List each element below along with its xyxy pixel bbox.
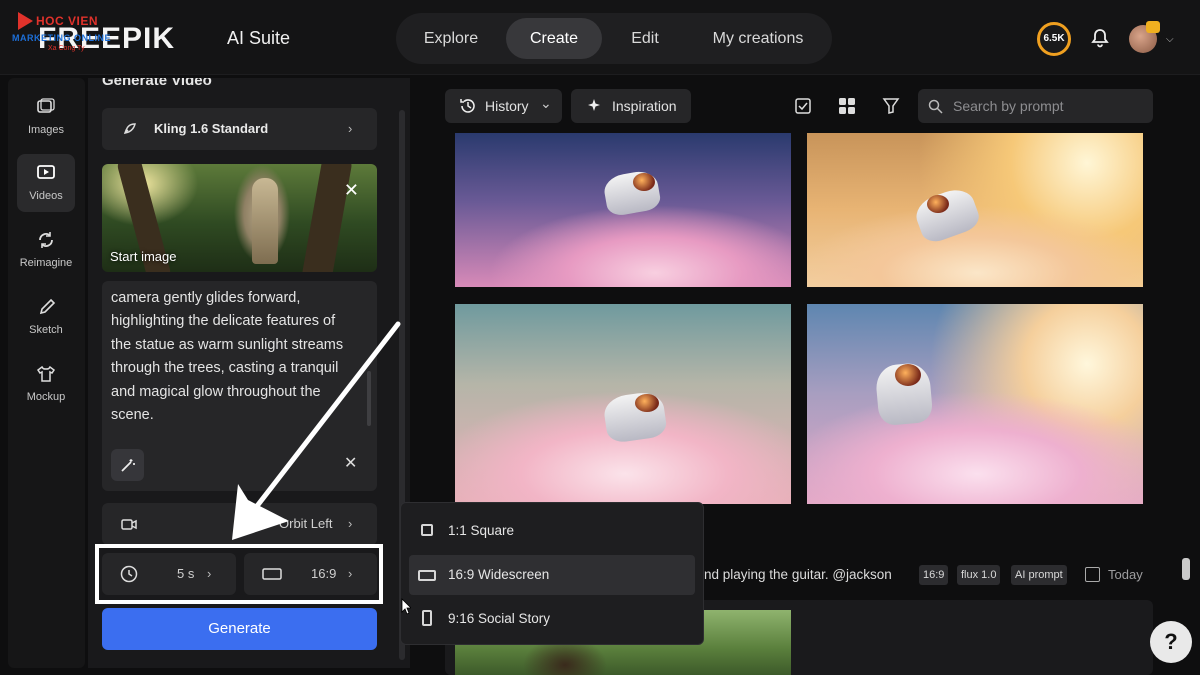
premium-crown-icon: [1146, 21, 1160, 33]
inspiration-button[interactable]: Inspiration: [571, 89, 691, 123]
enhance-prompt-button[interactable]: [111, 449, 144, 481]
creation-prompt-snippet[interactable]: nd playing the guitar. @jackson: [704, 567, 892, 582]
panel-title: Generate Video: [102, 78, 212, 89]
main-nav: Explore Create Edit My creations: [396, 13, 832, 64]
model-label: Kling 1.6 Standard: [154, 121, 269, 136]
mockup-icon: [36, 365, 56, 382]
aspect-ratio-menu: 1:1 Square 16:9 Widescreen 9:16 Social S…: [400, 502, 704, 645]
chevron-right-icon: ›: [348, 516, 353, 531]
search-placeholder: Search by prompt: [953, 98, 1064, 114]
watermark-logo: HOC VIEN MARKETING ONLINE Xa Cong Ty: [8, 8, 128, 58]
camera-movement-selector[interactable]: Orbit Left ›: [102, 503, 377, 545]
tag-aspect: 16:9: [919, 565, 949, 585]
rail-label-reimagine: Reimagine: [19, 257, 73, 269]
creation-thumbnail[interactable]: [455, 133, 791, 287]
grid-view-icon[interactable]: [838, 97, 856, 115]
reimagine-icon: [39, 232, 53, 248]
astronaut-figure: [602, 390, 668, 444]
start-image-label: Start image: [110, 249, 177, 264]
prompt-text[interactable]: camera gently glides forward, highlighti…: [111, 287, 356, 427]
today-checkbox[interactable]: [1085, 567, 1100, 582]
widescreen-ratio-icon: [418, 570, 436, 581]
watermark-line3: Xa Cong Ty: [48, 45, 85, 52]
camera-icon: [121, 519, 137, 530]
nav-explore[interactable]: Explore: [404, 18, 498, 59]
clear-prompt-icon[interactable]: ✕: [344, 453, 357, 473]
suite-label: AI Suite: [227, 28, 291, 48]
aspect-option-widescreen[interactable]: 16:9 Widescreen: [409, 555, 695, 595]
aspect-option-label: 1:1 Square: [448, 523, 515, 538]
chevron-down-icon[interactable]: ⌵: [1166, 34, 1174, 45]
select-checkbox-icon[interactable]: [794, 97, 812, 115]
generate-button[interactable]: Generate: [102, 608, 377, 650]
aspect-option-label: 9:16 Social Story: [448, 611, 551, 626]
mouse-cursor-icon: [401, 598, 411, 615]
rail-item-sketch[interactable]: Sketch: [17, 288, 75, 346]
watermark-play-icon: [18, 12, 33, 30]
prompt-field[interactable]: camera gently glides forward, highlighti…: [102, 281, 377, 491]
chevron-right-icon: ›: [348, 121, 353, 136]
close-icon[interactable]: ✕: [344, 180, 359, 201]
bell-icon[interactable]: [1090, 28, 1110, 48]
watermark-line1: HOC VIEN: [36, 14, 99, 28]
tag-ai-prompt: AI prompt: [1011, 565, 1067, 585]
history-button[interactable]: History ⌄: [445, 89, 562, 123]
aspect-option-label: 16:9 Widescreen: [448, 567, 550, 582]
tag-model: flux 1.0: [957, 565, 1001, 585]
astronaut-visor: [927, 195, 949, 213]
sparkle-icon: [588, 99, 600, 111]
story-ratio-icon: [422, 610, 432, 626]
start-image-preview[interactable]: ✕ Start image: [102, 164, 377, 272]
rail-label-sketch: Sketch: [29, 324, 63, 336]
astronaut-visor: [633, 173, 655, 191]
nav-create[interactable]: Create: [506, 18, 602, 59]
videos-icon: [37, 165, 55, 179]
aspect-option-square[interactable]: 1:1 Square: [409, 511, 695, 551]
help-button[interactable]: ?: [1150, 621, 1192, 663]
history-icon: [460, 99, 475, 113]
creation-thumbnail[interactable]: [807, 304, 1143, 504]
astronaut-visor: [635, 394, 659, 412]
rail-item-reimagine[interactable]: Reimagine: [17, 221, 75, 279]
rail-item-images[interactable]: Images: [17, 88, 75, 146]
inspiration-label: Inspiration: [612, 98, 677, 114]
watermark-line2: MARKETING ONLINE: [12, 33, 111, 43]
astronaut-figure: [911, 184, 983, 246]
chevron-down-icon: ⌄: [540, 95, 552, 111]
rail-item-mockup[interactable]: Mockup: [17, 355, 75, 413]
page-scrollbar[interactable]: [1182, 558, 1190, 580]
camera-movement-label: Orbit Left: [279, 516, 333, 531]
model-selector[interactable]: Kling 1.6 Standard ›: [102, 108, 377, 150]
highlight-box: [95, 544, 383, 604]
history-label: History: [485, 98, 529, 114]
filter-icon[interactable]: [882, 97, 900, 115]
date-label: Today: [1108, 567, 1143, 582]
creation-thumbnail[interactable]: [807, 133, 1143, 287]
nav-my-creations[interactable]: My creations: [688, 18, 828, 59]
magic-wand-icon: [121, 459, 135, 472]
tool-rail: Images Videos Reimagine Sketch Mockup: [8, 78, 85, 668]
aspect-option-story[interactable]: 9:16 Social Story: [409, 599, 695, 639]
credits-badge[interactable]: 6.5K: [1037, 22, 1071, 56]
astronaut-visor: [895, 364, 921, 386]
model-icon: [123, 123, 136, 134]
nav-edit[interactable]: Edit: [610, 18, 680, 59]
creation-thumbnail[interactable]: [455, 304, 791, 504]
rail-label-images: Images: [27, 124, 65, 136]
images-icon: [37, 98, 55, 113]
rail-label-mockup: Mockup: [26, 391, 66, 403]
top-bar: FREEPIK HOC VIEN MARKETING ONLINE Xa Con…: [0, 0, 1200, 75]
sketch-icon: [39, 298, 56, 315]
rail-item-videos[interactable]: Videos: [17, 154, 75, 212]
prompt-scrollbar[interactable]: [367, 371, 371, 426]
rail-label-videos: Videos: [29, 190, 63, 202]
square-ratio-icon: [421, 524, 433, 536]
search-input[interactable]: Search by prompt: [918, 89, 1153, 123]
search-icon: [928, 99, 943, 114]
statue-figure: [252, 178, 278, 264]
